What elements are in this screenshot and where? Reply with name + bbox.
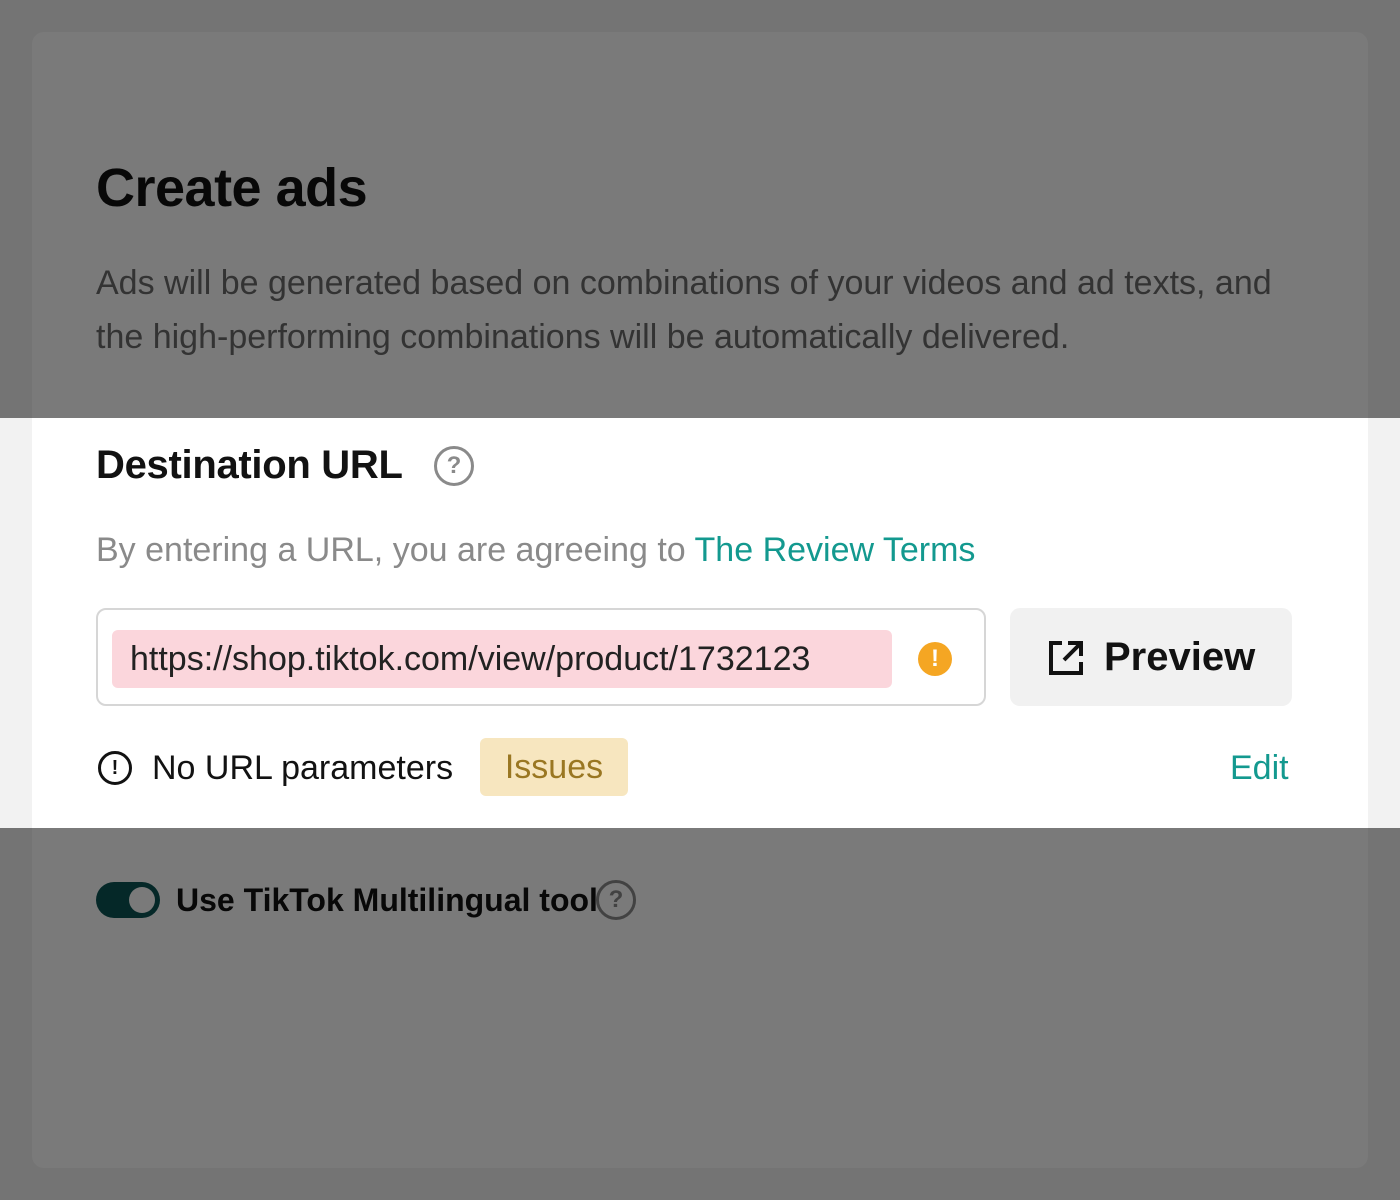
issues-badge: Issues <box>480 738 628 796</box>
edit-parameters-link[interactable]: Edit <box>1230 746 1289 790</box>
destination-url-input[interactable] <box>112 630 892 688</box>
terms-prefix: By entering a URL, you are agreeing to <box>96 531 695 569</box>
multilingual-toggle[interactable] <box>96 882 160 918</box>
toggle-knob <box>129 887 155 913</box>
destination-url-field[interactable]: ! <box>96 608 986 706</box>
review-terms-notice: By entering a URL, you are agreeing to T… <box>96 528 975 572</box>
preview-button[interactable]: Preview <box>1010 608 1292 706</box>
url-parameters-status: No URL parameters <box>152 749 454 787</box>
question-circle-icon[interactable]: ? <box>434 446 474 486</box>
multilingual-toggle-label: Use TikTok Multilingual tool <box>176 882 598 918</box>
page-description: Ads will be generated based on combinati… <box>96 264 1272 356</box>
question-circle-icon[interactable]: ? <box>596 880 636 920</box>
external-link-icon <box>1049 641 1083 675</box>
page-frame: Create ads Ads will be generated based o… <box>0 0 1400 1200</box>
preview-button-label: Preview <box>1104 635 1256 679</box>
destination-url-title: Destination URL <box>96 443 403 487</box>
warning-circle-icon: ! <box>918 642 952 676</box>
page-title: Create ads <box>96 158 368 218</box>
exclamation-circle-icon: ! <box>98 751 132 785</box>
review-terms-link[interactable]: The Review Terms <box>695 531 976 569</box>
